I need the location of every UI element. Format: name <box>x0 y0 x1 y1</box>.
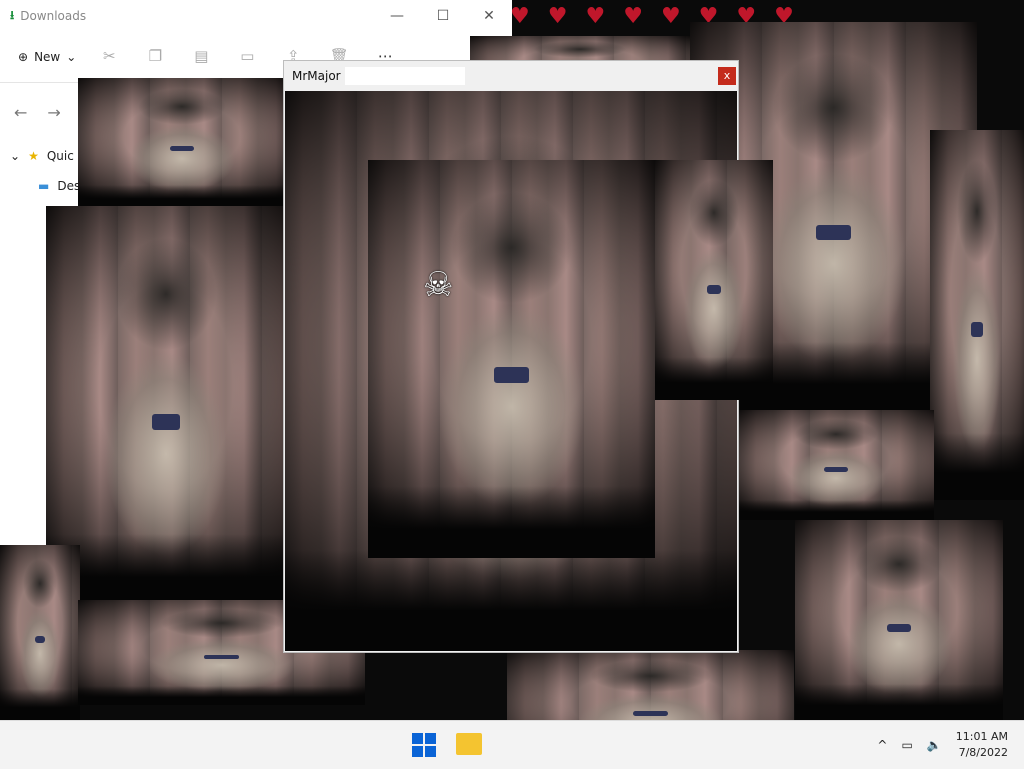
plus-circle-icon: ⊕ <box>18 50 29 64</box>
window-title: MrMajor <box>292 69 341 83</box>
heart-icon: ♥ <box>510 4 530 29</box>
close-button[interactable]: ✕ <box>466 0 512 32</box>
cut-icon[interactable]: ✂ <box>96 47 122 67</box>
chevron-up-icon[interactable]: ^ <box>877 738 887 752</box>
clock-date: 7/8/2022 <box>958 746 1008 759</box>
forward-arrow-icon[interactable]: → <box>47 103 60 122</box>
close-button[interactable]: x <box>718 67 736 85</box>
explorer-window-controls: — ☐ ✕ <box>374 0 512 32</box>
back-arrow-icon[interactable]: ← <box>14 103 27 122</box>
minimize-button[interactable]: — <box>374 0 420 32</box>
doll-image-tile <box>46 206 286 606</box>
copy-icon[interactable]: ❐ <box>142 47 168 67</box>
doll-image-tile <box>738 410 934 520</box>
doll-image-tile <box>795 520 1003 720</box>
heart-icon: ♥ <box>585 4 606 29</box>
doll-image-tile <box>368 160 655 558</box>
star-icon: ★ <box>28 149 39 163</box>
doll-image-tile <box>930 130 1024 500</box>
maximize-button[interactable]: ☐ <box>420 0 466 32</box>
paste-icon[interactable]: ▤ <box>188 47 214 67</box>
chevron-down-icon: ⌄ <box>66 50 77 64</box>
tree-item-label: Quic <box>46 149 74 163</box>
rename-icon[interactable]: ▭ <box>234 47 260 67</box>
doll-image-tile <box>78 78 286 208</box>
start-button[interactable] <box>412 733 436 757</box>
taskbar: ^ ▭ 🔈 11:01 AM 7/8/2022 <box>0 720 1024 769</box>
heart-icon: ♥ <box>660 4 681 29</box>
new-button-label: New <box>34 50 61 64</box>
title-blank-field <box>344 67 465 85</box>
mrmajor-titlebar[interactable]: MrMajor <box>284 61 738 91</box>
chevron-down-icon: ⌄ <box>10 149 21 163</box>
download-icon: ⭳ <box>10 7 15 22</box>
explorer-title: Downloads <box>20 9 87 23</box>
new-button[interactable]: ⊕ New ⌄ <box>18 50 76 64</box>
clock-time: 11:01 AM <box>955 730 1008 743</box>
heart-icon: ♥ <box>623 4 643 29</box>
speaker-icon[interactable]: 🔈 <box>927 738 942 752</box>
doll-image-tile <box>0 545 80 720</box>
file-explorer-taskbar-icon[interactable] <box>456 733 482 755</box>
network-icon[interactable]: ▭ <box>901 738 912 752</box>
skull-crossbones-icon: ☠ <box>423 265 454 305</box>
clock[interactable]: 11:01 AM 7/8/2022 <box>956 729 1008 761</box>
desktop-icon: ▬ <box>38 179 50 193</box>
heart-icon: ♥ <box>547 4 568 29</box>
doll-image-tile <box>655 160 773 400</box>
system-tray: ^ ▭ 🔈 11:01 AM 7/8/2022 <box>877 721 1008 769</box>
tree-item-label: Des <box>57 179 81 193</box>
